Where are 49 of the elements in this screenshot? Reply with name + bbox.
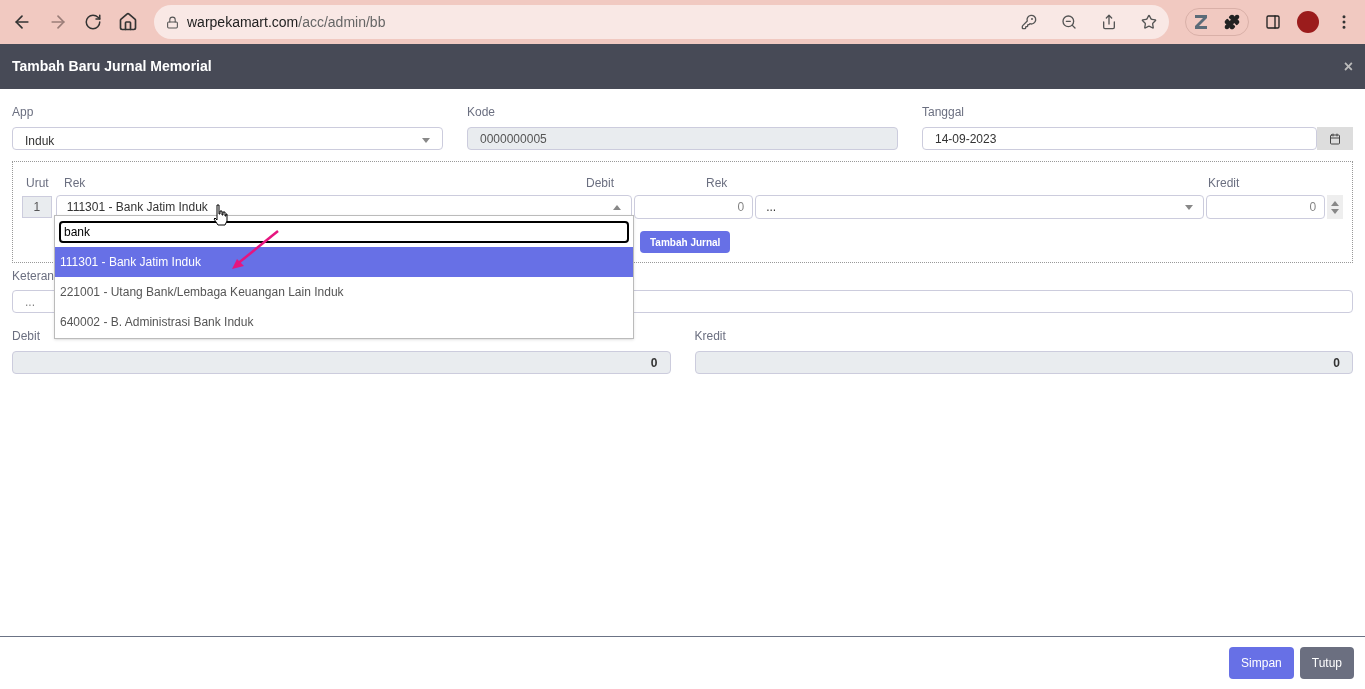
field-label: Tanggal (922, 104, 966, 121)
add-journal-button[interactable]: Tambah Jurnal (640, 231, 731, 253)
field-label: Keteran (12, 268, 56, 285)
rek-select[interactable]: ... (755, 195, 1205, 219)
row-number: 1 (22, 196, 52, 218)
profile-avatar[interactable] (1297, 11, 1319, 33)
spin-down-icon (1331, 208, 1340, 214)
column-header: Rek (64, 175, 87, 192)
zoom-out-icon[interactable] (1061, 14, 1077, 30)
total-field: 0 (12, 351, 671, 374)
column-header: Kredit (1208, 175, 1240, 192)
modal-title: Tambah Baru Jurnal Memorial (12, 57, 212, 76)
z-letter-icon[interactable] (1194, 14, 1208, 30)
url-text: warpekamart.com/acc/admin/bb (187, 12, 387, 32)
address-bar[interactable]: warpekamart.com/acc/admin/bb (154, 5, 1169, 39)
calendar-icon (1329, 132, 1341, 145)
footer-button[interactable]: Tutup (1299, 647, 1354, 679)
key-icon[interactable] (1021, 14, 1037, 30)
app-select[interactable]: Induk (12, 127, 443, 150)
share-icon[interactable] (1101, 14, 1117, 30)
puzzle-icon[interactable] (1224, 14, 1240, 30)
kredit-input[interactable]: 0 (1206, 195, 1326, 219)
caret-icon (613, 204, 622, 210)
field-label: Debit (12, 328, 41, 345)
pointer-arrow-drawing (230, 229, 280, 271)
number-spinner[interactable] (1327, 195, 1343, 219)
reload-icon[interactable] (84, 13, 102, 31)
calendar-button[interactable] (1317, 127, 1353, 150)
side-panel-icon[interactable] (1265, 14, 1281, 30)
column-header: Rek (706, 175, 729, 192)
column-header: Debit (586, 175, 615, 192)
debit-input[interactable]: 0 (634, 195, 754, 219)
field-label: App (12, 104, 35, 121)
star-icon[interactable] (1141, 14, 1157, 30)
kode-field[interactable]: 0000000005 (467, 127, 898, 150)
field-label: Kode (467, 104, 497, 121)
dropdown-option[interactable]: 111301 - Bank Jatim Induk (55, 247, 633, 277)
lock-icon (166, 15, 179, 29)
spin-up-icon (1331, 200, 1340, 206)
date-field[interactable]: 14-09-2023 (922, 127, 1317, 150)
field-label: Kredit (694, 328, 727, 345)
footer-button[interactable]: Simpan (1229, 647, 1294, 679)
column-header: Urut (25, 175, 50, 192)
home-icon[interactable] (118, 12, 138, 32)
total-field: 0 (694, 351, 1353, 374)
caret-icon (1185, 204, 1194, 210)
caret-icon (422, 138, 430, 143)
close-button[interactable]: × (1343, 54, 1353, 79)
dropdown-search-field[interactable]: bank (59, 221, 629, 243)
